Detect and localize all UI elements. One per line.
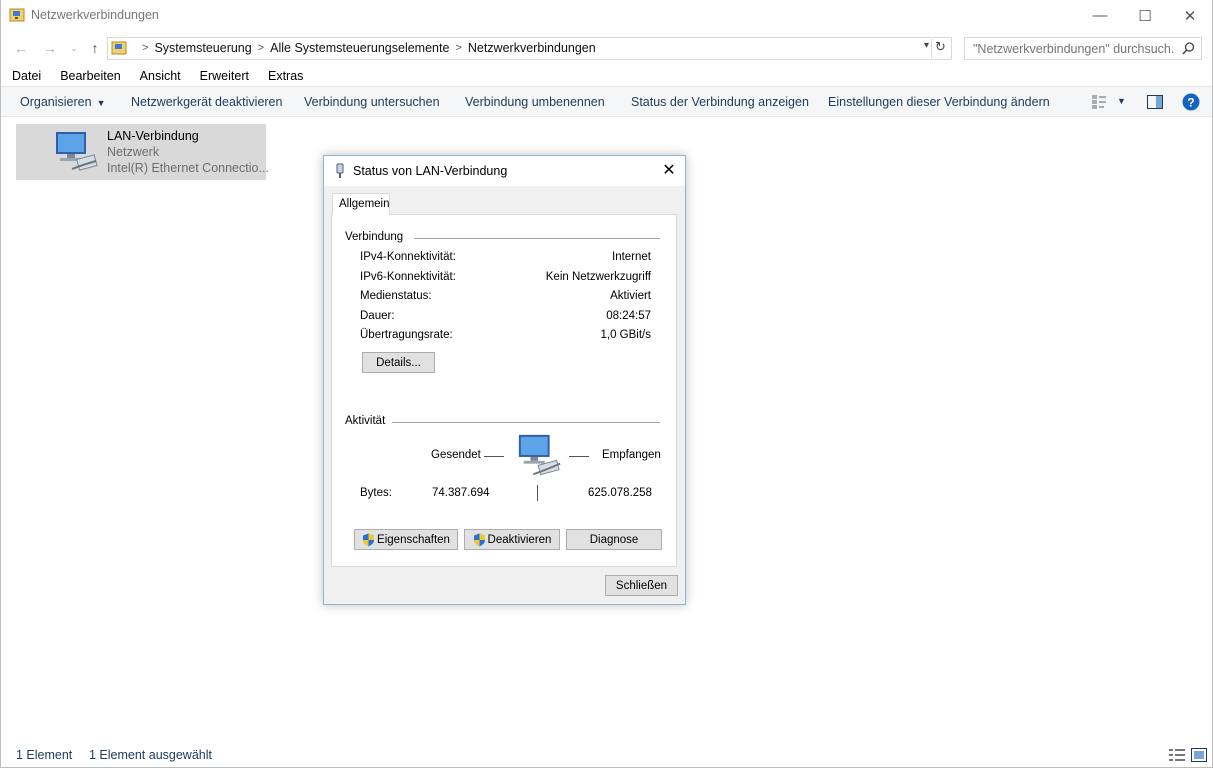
window-title: Netzwerkverbindungen	[31, 8, 159, 22]
bytes-sent-value: 74.387.694	[432, 487, 490, 499]
view-options-chevron-icon[interactable]: ▼	[1117, 96, 1126, 106]
deactivate-label: Deaktivieren	[487, 533, 552, 546]
network-activity-icon	[518, 434, 561, 476]
address-row: ← → ⌄ ↑ > Systemsteuerung > Alle Systems…	[1, 35, 1212, 61]
uac-shield-icon	[363, 533, 375, 546]
media-status-label: Medienstatus:	[360, 290, 432, 302]
ethernet-plug-icon	[336, 163, 344, 178]
menu-ansicht[interactable]: Ansicht	[129, 66, 189, 86]
dialog-title: Status von LAN-Verbindung	[353, 164, 508, 178]
menu-erweitert[interactable]: Erweitert	[189, 66, 257, 86]
dialog-title-bar: Status von LAN-Verbindung ✕	[324, 156, 685, 186]
received-line	[569, 456, 589, 457]
connection-item-lan[interactable]: LAN-Verbindung Netzwerk Intel(R) Etherne…	[16, 124, 269, 180]
activity-separator	[537, 485, 538, 501]
disable-device-button[interactable]: Netzwerkgerät deaktivieren	[131, 95, 282, 109]
command-bar: Organisieren ▼ Netzwerkgerät deaktivieren…	[1, 86, 1212, 117]
chevron-right-icon[interactable]: >	[142, 42, 148, 54]
address-dropdown-icon[interactable]: ▾	[924, 40, 929, 51]
details-button[interactable]: Details...	[362, 352, 435, 373]
view-status-button[interactable]: Status der Verbindung anzeigen	[631, 95, 809, 109]
selected-count: 1 Element ausgewählt	[89, 748, 212, 762]
properties-label: Eigenschaften	[377, 533, 450, 546]
connection-group-label: Verbindung	[345, 231, 404, 243]
preview-pane-icon[interactable]	[1147, 95, 1163, 109]
chevron-right-icon[interactable]: >	[258, 42, 264, 54]
menu-bar: Datei Bearbeiten Ansicht Erweitert Extra…	[1, 66, 1212, 86]
search-box[interactable]	[964, 37, 1202, 60]
dialog-close-button[interactable]: Schließen	[605, 575, 678, 596]
connection-network: Netzwerk	[107, 145, 160, 159]
back-arrow-icon[interactable]: ←	[11, 38, 31, 58]
network-computer-icon	[56, 132, 98, 171]
svg-text:?: ?	[1187, 96, 1194, 110]
breadcrumb: > Systemsteuerung > Alle Systemsteuerung…	[136, 41, 596, 55]
details-view-icon[interactable]	[1169, 748, 1185, 762]
ipv6-label: IPv6-Konnektivität:	[360, 271, 456, 283]
up-arrow-icon[interactable]: ↑	[85, 38, 105, 58]
media-status-value: Aktiviert	[610, 290, 651, 302]
recent-locations-chevron-icon[interactable]: ⌄	[64, 38, 84, 58]
divider	[392, 422, 660, 423]
network-connections-icon	[9, 8, 25, 22]
rename-connection-button[interactable]: Verbindung umbenennen	[465, 95, 605, 109]
help-icon[interactable]: ?	[1182, 93, 1200, 111]
dialog-close-icon[interactable]: ✕	[653, 156, 685, 186]
status-dialog: Status von LAN-Verbindung ✕ Allgemein Ve…	[323, 155, 686, 605]
divider	[414, 238, 660, 239]
uac-shield-icon	[473, 533, 485, 546]
chevron-down-icon: ▼	[96, 98, 106, 108]
tab-allgemein[interactable]: Allgemein	[332, 193, 390, 215]
chevron-right-icon[interactable]: >	[455, 42, 461, 54]
organize-button[interactable]: Organisieren ▼	[20, 95, 106, 109]
control-panel-icon	[111, 41, 127, 55]
maximize-button[interactable]: ☐	[1122, 0, 1168, 31]
diagnose-connection-button[interactable]: Verbindung untersuchen	[304, 95, 440, 109]
large-icons-view-icon[interactable]	[1191, 748, 1207, 762]
sent-label: Gesendet	[431, 449, 481, 461]
received-label: Empfangen	[602, 449, 661, 461]
duration-label: Dauer:	[360, 310, 395, 322]
forward-arrow-icon[interactable]: →	[40, 38, 60, 58]
breadcrumb-netzwerkverbindungen[interactable]: Netzwerkverbindungen	[468, 41, 596, 55]
tab-panel: Verbindung IPv4-Konnektivität: Internet …	[331, 214, 677, 567]
sent-line	[484, 456, 504, 457]
duration-value: 08:24:57	[606, 310, 651, 322]
address-bar[interactable]: > Systemsteuerung > Alle Systemsteuerung…	[107, 37, 952, 60]
menu-extras[interactable]: Extras	[257, 66, 311, 86]
speed-label: Übertragungsrate:	[360, 329, 453, 341]
ipv4-label: IPv4-Konnektivität:	[360, 251, 456, 263]
status-bar: 1 Element 1 Element ausgewählt	[1, 744, 1212, 766]
connection-adapter: Intel(R) Ethernet Connectio...	[107, 161, 269, 175]
breadcrumb-systemsteuerung[interactable]: Systemsteuerung	[154, 41, 251, 55]
change-settings-button[interactable]: Einstellungen dieser Verbindung ändern	[828, 95, 1050, 109]
change-view-icon[interactable]	[1092, 95, 1108, 109]
refresh-icon[interactable]: ↻	[931, 39, 949, 58]
connection-name: LAN-Verbindung	[107, 129, 199, 143]
search-input[interactable]	[965, 38, 1175, 59]
activity-group-label: Aktivität	[345, 415, 386, 427]
close-window-button[interactable]: ✕	[1167, 0, 1213, 31]
search-icon[interactable]	[1182, 42, 1195, 55]
properties-button[interactable]: Eigenschaften	[354, 529, 458, 550]
title-bar: Netzwerkverbindungen — ☐ ✕	[1, 0, 1212, 31]
speed-value: 1,0 GBit/s	[600, 329, 652, 341]
minimize-button[interactable]: —	[1077, 0, 1123, 31]
diagnose-button[interactable]: Diagnose	[566, 529, 662, 550]
deactivate-button[interactable]: Deaktivieren	[464, 529, 560, 550]
menu-datei[interactable]: Datei	[1, 66, 49, 86]
bytes-label: Bytes:	[360, 487, 392, 499]
item-count: 1 Element	[16, 748, 73, 762]
bytes-received-value: 625.078.258	[588, 487, 652, 499]
menu-bearbeiten[interactable]: Bearbeiten	[49, 66, 128, 86]
ipv6-value: Kein Netzwerkzugriff	[545, 271, 651, 283]
breadcrumb-alle-elemente[interactable]: Alle Systemsteuerungselemente	[270, 41, 449, 55]
ipv4-value: Internet	[612, 251, 651, 263]
